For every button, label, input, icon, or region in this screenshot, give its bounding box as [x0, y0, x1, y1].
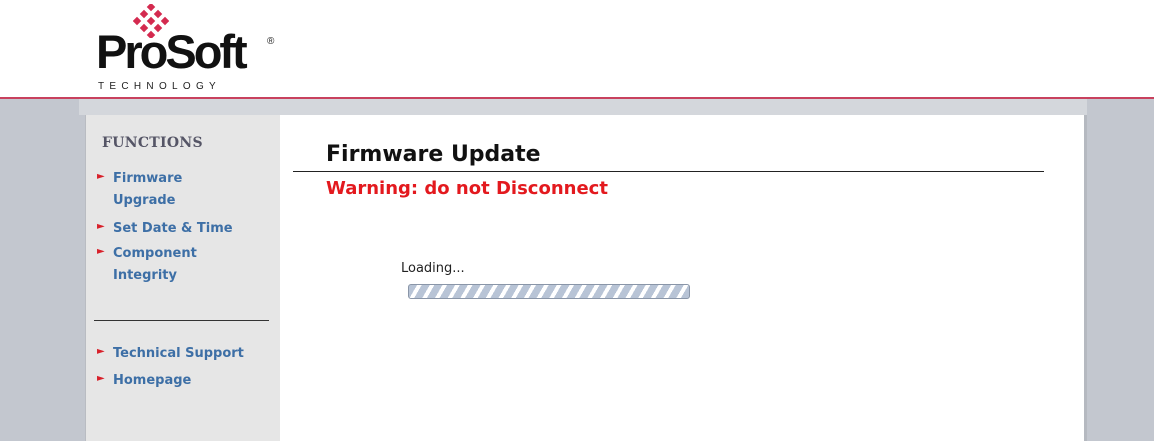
registered-mark: ®	[267, 36, 275, 47]
header: ProSoft ® TECHNOLOGY	[0, 0, 1154, 98]
sidebar: FUNCTIONS ► Firmware Upgrade ► Set Date …	[85, 115, 281, 441]
page-title: Firmware Update	[326, 142, 541, 167]
loading-label: Loading...	[401, 261, 465, 276]
bullet-arrow-icon: ►	[97, 373, 105, 384]
frame-top-band	[79, 99, 1087, 115]
sidebar-item-homepage[interactable]: ► Homepage	[97, 370, 191, 392]
sidebar-title: FUNCTIONS	[102, 135, 203, 151]
content-right-border	[1084, 115, 1087, 441]
sidebar-item-label: Component Integrity	[113, 246, 197, 283]
sidebar-item-label: Technical Support	[113, 346, 244, 361]
sidebar-item-label: Set Date & Time	[113, 221, 233, 236]
prosoft-logo[interactable]: ProSoft ® TECHNOLOGY	[96, 4, 286, 96]
sidebar-item-set-date-time[interactable]: ► Set Date & Time	[97, 218, 233, 240]
logo-wordmark: ProSoft	[96, 25, 248, 78]
bullet-arrow-icon: ►	[97, 171, 105, 182]
sidebar-item-label: Firmware Upgrade	[113, 171, 183, 208]
sidebar-item-technical-support[interactable]: ► Technical Support	[97, 343, 244, 365]
sidebar-item-firmware-upgrade[interactable]: ► Firmware Upgrade	[97, 168, 182, 212]
progress-bar	[408, 284, 690, 299]
sidebar-item-label: Homepage	[113, 373, 192, 388]
bullet-arrow-icon: ►	[97, 246, 105, 257]
sidebar-divider	[94, 320, 269, 321]
logo-subtitle: TECHNOLOGY	[98, 81, 222, 92]
bullet-arrow-icon: ►	[97, 221, 105, 232]
title-divider	[293, 171, 1044, 172]
main-content: Firmware Update Warning: do not Disconne…	[280, 115, 1084, 441]
warning-message: Warning: do not Disconnect	[326, 178, 608, 199]
sidebar-item-component-integrity[interactable]: ► Component Integrity	[97, 243, 197, 287]
bullet-arrow-icon: ►	[97, 346, 105, 357]
